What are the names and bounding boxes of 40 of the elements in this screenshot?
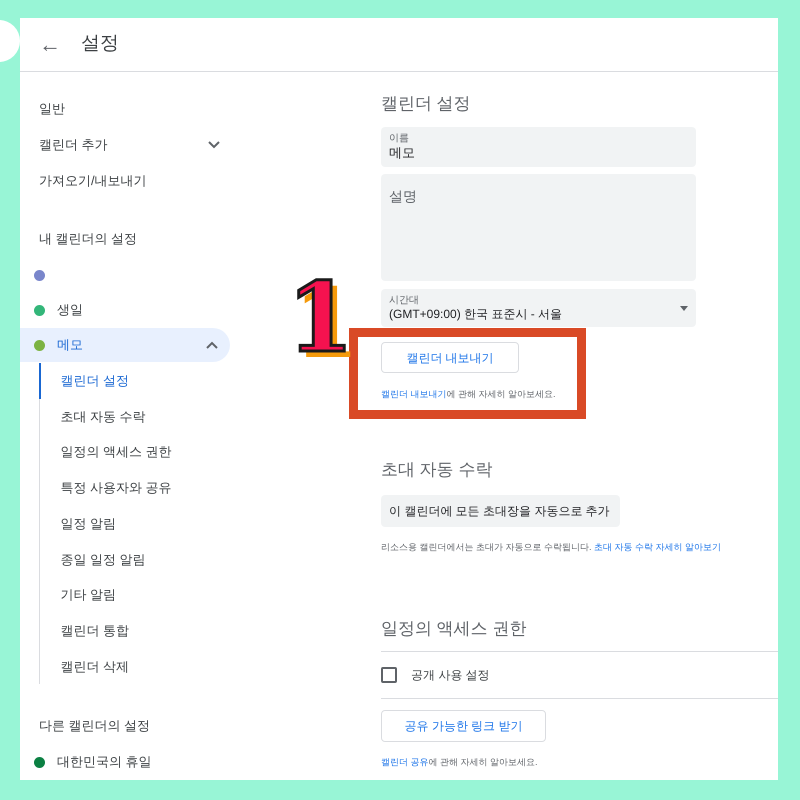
- export-button[interactable]: 캘린더 내보내기: [381, 342, 519, 373]
- calendar-subitem[interactable]: 캘린더 삭제: [38, 648, 230, 684]
- chevron-up-icon[interactable]: [206, 341, 218, 349]
- calendar-item[interactable]: 메모: [20, 328, 230, 362]
- calendar-subitem[interactable]: 캘린더 설정: [38, 363, 230, 399]
- calendar-subitem[interactable]: 기타 알림: [38, 577, 230, 613]
- help-text: 캘린더 공유에 관해 자세히 알아보세요.: [381, 756, 539, 769]
- auto-accept-dropdown[interactable]: 이 캘린더에 모든 초대장을 자동으로 추가: [381, 494, 620, 526]
- help-text: 리소스용 캘린더에서는 초대가 자동으로 수락됩니다. 초대 자동 수락 자세히 알아보기: [381, 540, 722, 554]
- help-link[interactable]: 캘린더 내보내기: [381, 389, 447, 399]
- calendar-subitem[interactable]: 종일 일정 알림: [38, 541, 230, 578]
- section-heading: 내 캘린더의 설정: [38, 230, 138, 248]
- checkbox[interactable]: [381, 667, 397, 683]
- dropdown-caret-icon: [680, 306, 688, 310]
- calendar-subitem[interactable]: 특정 사용자와 공유: [38, 470, 230, 506]
- sidebar-item[interactable]: 캘린더 추가: [20, 127, 230, 163]
- help-text: 캘린더 내보내기에 관해 자세히 알아보세요.: [381, 388, 557, 401]
- sidebar-item[interactable]: 일반: [20, 91, 230, 127]
- section-heading: 다른 캘린더의 설정: [38, 717, 152, 736]
- help-link[interactable]: 캘린더 공유: [381, 757, 429, 767]
- back-button[interactable]: ←: [39, 34, 61, 56]
- description-field[interactable]: 설명: [381, 174, 696, 281]
- checkbox-label: 공개 사용 설정: [411, 667, 490, 684]
- chevron-down-icon[interactable]: [208, 141, 220, 149]
- calendar-subitem[interactable]: 일정 알림: [38, 506, 230, 542]
- calendar-subitem[interactable]: 캘린더 통합: [38, 612, 230, 648]
- section-heading: 일정의 액세스 권한: [381, 618, 528, 640]
- page-title: 설정: [81, 32, 119, 56]
- sidebar-item[interactable]: 가져오기/내보내기: [20, 163, 230, 199]
- section-heading: 캘린더 설정: [381, 93, 472, 115]
- section-heading: 초대 자동 수락: [381, 458, 494, 480]
- timezone-dropdown[interactable]: 시간대 (GMT+09:00) 한국 표준시 - 서울: [381, 289, 696, 327]
- name-field[interactable]: 이름 메모: [381, 127, 696, 167]
- calendar-item[interactable]: 대한민국의 휴일: [20, 744, 230, 780]
- calendar-subitem[interactable]: 일정의 액세스 권한: [38, 434, 230, 470]
- calendar-subitem[interactable]: 초대 자동 수락: [38, 398, 230, 434]
- shareable-link-button[interactable]: 공유 가능한 링크 받기: [381, 710, 546, 742]
- step-number: 1: [287, 268, 354, 368]
- help-link[interactable]: 초대 자동 수락 자세히 알아보기: [594, 542, 722, 552]
- calendar-item[interactable]: 생일: [20, 293, 230, 327]
